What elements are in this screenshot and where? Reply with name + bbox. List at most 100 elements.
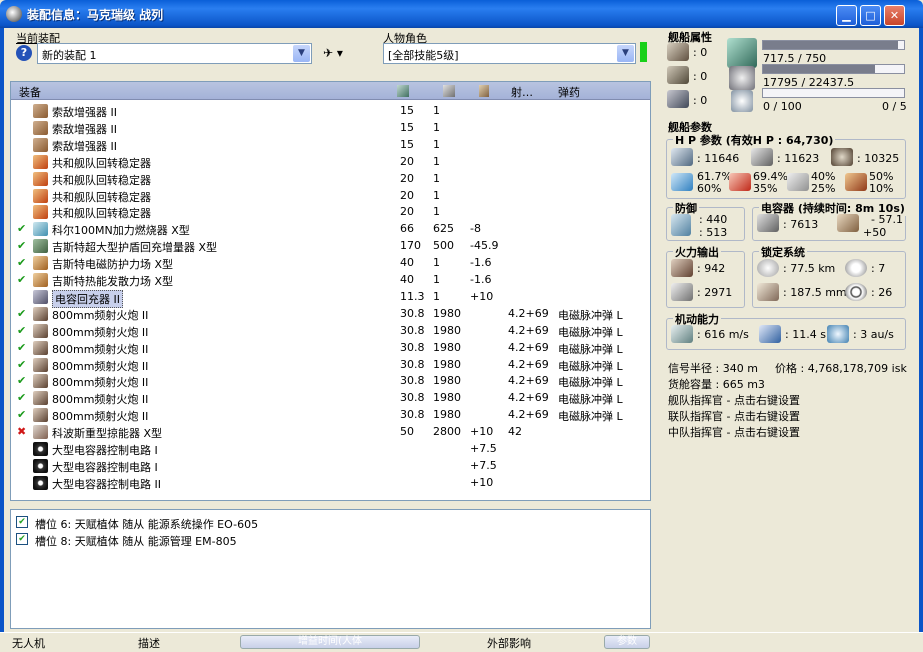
module-name: 索敌增强器 II (52, 122, 117, 136)
module-cpu: 40 (400, 256, 414, 270)
character-select[interactable]: [全部技能5级] ▼ (383, 43, 636, 64)
module-powergrid: 1 (433, 289, 440, 303)
active-check-icon[interactable]: ✔ (17, 358, 26, 371)
powergrid-icon (729, 66, 755, 90)
module-row[interactable]: 共和舰队回转稳定器 20 1 (11, 170, 649, 187)
module-name: 吉斯特热能发散力场 X型 (52, 275, 174, 288)
active-check-icon[interactable]: ✔ (17, 239, 26, 252)
active-check-icon[interactable]: ✔ (17, 374, 26, 387)
parameters-button[interactable]: 参数 (604, 635, 650, 649)
module-row[interactable]: 电容回充器 II 11.3 1 +10 (11, 288, 649, 308)
active-check-icon[interactable]: ✔ (17, 222, 26, 235)
module-row[interactable]: ✔ 800mm频射火炮 II 30.8 1980 4.2+69 电磁脉冲弹 L (11, 339, 649, 356)
active-check-icon[interactable]: ✔ (17, 273, 26, 286)
active-check-icon[interactable]: ✔ (17, 341, 26, 354)
squad-commander[interactable]: 中队指挥官 - 点击右键设置 (668, 424, 800, 440)
character-select-value: [全部技能5级] (388, 49, 459, 62)
module-row[interactable]: ✔ 800mm频射火炮 II 30.8 1980 4.2+69 电磁脉冲弹 L (11, 389, 649, 406)
module-row[interactable]: 共和舰队回转稳定器 20 1 (11, 203, 649, 220)
implant-list[interactable]: ✔ 槽位 6: 天赋植体 随从 能源系统操作 EO-605 ✔ 槽位 8: 天赋… (10, 509, 651, 629)
col-ammo-header[interactable]: 弹药 (558, 84, 580, 100)
hp-group-title: H P 参数 (有效H P : 64,730) (673, 132, 836, 148)
active-check-icon[interactable]: ✔ (17, 408, 26, 421)
active-check-icon[interactable]: ✔ (17, 307, 26, 320)
cpu-icon[interactable] (397, 85, 409, 97)
help-icon[interactable]: ? (16, 45, 32, 61)
module-cpu: 30.8 (400, 391, 425, 405)
hull-hp: : 10325 (857, 152, 900, 165)
status-bar: 无人机 描述 增益时间(人体 外部影响 参数 (0, 632, 923, 652)
active-check-icon[interactable]: ✔ (17, 256, 26, 269)
module-powergrid: 1980 (433, 391, 461, 405)
powergrid-icon[interactable] (443, 85, 455, 97)
description-tab[interactable]: 描述 (138, 635, 160, 651)
module-row[interactable]: ✔ 吉斯特热能发散力场 X型 40 1 -1.6 (11, 271, 649, 288)
drone-icon[interactable]: ✈ ▾ (323, 46, 343, 60)
module-row[interactable]: ✔ 800mm频射火炮 II 30.8 1980 4.2+69 电磁脉冲弹 L (11, 305, 649, 322)
fleet-commander[interactable]: 舰队指挥官 - 点击右键设置 (668, 392, 800, 408)
module-icon (33, 154, 48, 169)
module-range: 4.2+69 (508, 340, 549, 354)
module-row[interactable]: ✔ 吉斯特超大型护盾回充增量器 X型 170 500 -45.9 (11, 237, 649, 254)
module-name: 800mm频射火炮 II (52, 376, 149, 390)
col-name-header[interactable]: 装备 (19, 84, 41, 100)
maximize-button[interactable]: □ (860, 5, 881, 26)
active-check-icon[interactable]: ✔ (17, 324, 26, 337)
capacitor-usage: - 57.1 (871, 213, 903, 226)
max-targets-icon (845, 259, 867, 277)
capacitor-icon[interactable] (479, 85, 489, 97)
module-row[interactable]: ✔ 800mm频射火炮 II 30.8 1980 4.2+69 电磁脉冲弹 L (11, 322, 649, 339)
implant-item[interactable]: ✔ 槽位 6: 天赋植体 随从 能源系统操作 EO-605 (11, 514, 649, 531)
module-capacitor: -1.6 (470, 256, 492, 270)
module-row[interactable]: ✔ 800mm频射火炮 II 30.8 1980 4.2+69 电磁脉冲弹 L (11, 406, 649, 423)
chevron-down-icon[interactable]: ▼ (617, 45, 634, 62)
module-cpu: 20 (400, 205, 414, 219)
minimize-button[interactable]: ▁ (836, 5, 857, 26)
capacitor-icon (757, 214, 779, 232)
wing-commander[interactable]: 联队指挥官 - 点击右键设置 (668, 408, 800, 424)
implant-item[interactable]: ✔ 槽位 8: 天赋植体 随从 能源管理 EM-805 (11, 531, 649, 548)
module-row[interactable]: ✔ 800mm频射火炮 II 30.8 1980 4.2+69 电磁脉冲弹 L (11, 356, 649, 373)
module-name: 科波斯重型掠能器 X型 (52, 427, 163, 441)
module-icon (33, 323, 48, 338)
module-icon (33, 188, 48, 203)
signature-radius: 信号半径 : 340 m (668, 362, 758, 375)
implant-checkbox[interactable]: ✔ (16, 516, 28, 528)
module-row[interactable]: 大型电容器控制电路 I +7.5 (11, 457, 649, 474)
module-row[interactable]: 大型电容器控制电路 II +10 (11, 474, 649, 491)
col-range-header[interactable]: 射… (511, 84, 533, 100)
external-effects-tab[interactable]: 外部影响 (487, 635, 531, 651)
scan-resolution: : 187.5 mm (783, 286, 847, 299)
calibration-icon (667, 90, 689, 108)
module-row[interactable]: ✔ 800mm频射火炮 II 30.8 1980 4.2+69 电磁脉冲弹 L (11, 372, 649, 389)
module-name: 800mm频射火炮 II (52, 325, 149, 339)
drone-count: 0 / 5 (882, 100, 907, 113)
offline-x-icon[interactable]: ✖ (17, 425, 26, 438)
price: 价格 : 4,768,178,709 isk (775, 362, 907, 375)
close-button[interactable]: ✕ (884, 5, 905, 26)
boost-time-button[interactable]: 增益时间(人体 (240, 635, 420, 649)
defense-value-1: : 440 (699, 213, 728, 226)
module-row[interactable]: ✔ 科尔100MN加力燃烧器 X型 66 625 -8 (11, 220, 649, 237)
module-icon (33, 120, 48, 135)
module-powergrid: 1 (433, 137, 440, 151)
module-cpu: 11.3 (400, 289, 425, 303)
active-check-icon[interactable]: ✔ (17, 391, 26, 404)
module-powergrid: 1980 (433, 408, 461, 422)
module-row[interactable]: 大型电容器控制电路 I +7.5 (11, 440, 649, 457)
armor-hp: : 11623 (777, 152, 820, 165)
module-row[interactable]: 共和舰队回转稳定器 20 1 (11, 153, 649, 170)
module-row[interactable]: 索敌增强器 II 15 1 (11, 119, 649, 136)
fitting-select[interactable]: 新的装配 1 ▼ (37, 43, 312, 64)
module-row[interactable]: ✖ 科波斯重型掠能器 X型 50 2800 +10 42 (11, 423, 649, 440)
chevron-down-icon[interactable]: ▼ (293, 45, 310, 62)
module-name: 共和舰队回转稳定器 (52, 207, 151, 221)
module-row[interactable]: ✔ 吉斯特电磁防护力场 X型 40 1 -1.6 (11, 254, 649, 271)
module-row[interactable]: 索敌增强器 II 15 1 (11, 136, 649, 153)
module-row[interactable]: 索敌增强器 II 15 1 (11, 102, 649, 119)
implant-checkbox[interactable]: ✔ (16, 533, 28, 545)
module-list[interactable]: 装备 射… 弹药 索敌增强器 II 15 1 索敌增强器 II 15 1 索敌增强器 II 1… (10, 81, 651, 501)
module-row[interactable]: 共和舰队回转稳定器 20 1 (11, 187, 649, 204)
capacitor-gain: +50 (863, 226, 887, 239)
drones-tab[interactable]: 无人机 (12, 635, 45, 651)
